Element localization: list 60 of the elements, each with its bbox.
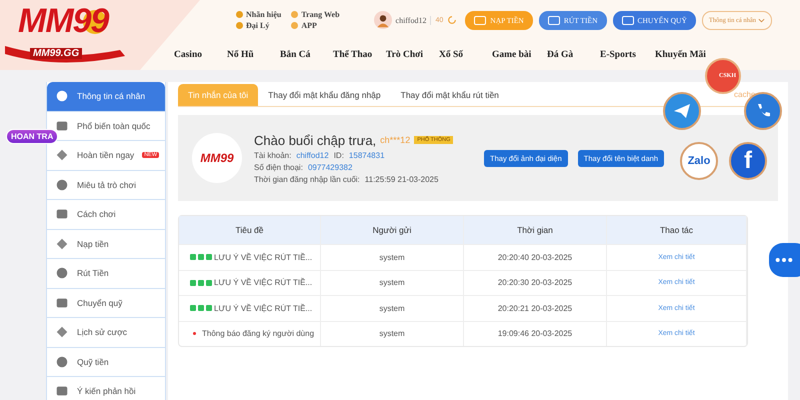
top-link[interactable]: Đại Lý <box>236 21 282 30</box>
table-cell: 20:20:30 20-03-2025 <box>498 278 572 288</box>
table-cell: 20:20:21 20-03-2025 <box>498 304 572 313</box>
sidebar-item[interactable]: Cách chơi <box>47 200 165 230</box>
id-label: ID: <box>334 150 344 160</box>
sidebar-item[interactable]: Lịch sử cược <box>47 318 165 348</box>
username: chiffod12 <box>396 16 432 24</box>
nav-link[interactable]: Khuyến Mãi <box>655 50 708 60</box>
table-cell: 20:20:40 20-03-2025 <box>498 252 572 262</box>
greeting: Chào buổi chập trưa, <box>254 132 376 148</box>
table-cell: LƯU Ý VỀ VIỆC RÚT TIỀ... <box>214 304 312 313</box>
nav-link[interactable]: E-Sports <box>600 50 655 60</box>
sidebar-item[interactable]: Ý kiến phản hồi <box>47 377 165 400</box>
phone-value: 0977429382 <box>308 162 352 172</box>
sidebar-item[interactable]: Rút Tiền <box>47 259 165 288</box>
tab[interactable]: Thay đổi mật khẩu đăng nhập <box>258 84 391 106</box>
nav-link[interactable]: Đá Gà <box>547 50 600 60</box>
table-cell: system <box>379 278 405 288</box>
table-cell: system <box>379 252 405 262</box>
last-login-value: 11:25:59 21-03-2025 <box>364 174 438 184</box>
nav-link[interactable]: Thể Thao <box>333 50 386 60</box>
top-link[interactable]: Trang Web <box>291 10 340 19</box>
sidebar-item[interactable]: Thông tin cá nhân <box>47 82 165 112</box>
dot-icon <box>193 332 196 336</box>
account-value: chiffod12 <box>296 150 329 160</box>
top-link[interactable]: Nhãn hiệu <box>236 10 282 19</box>
nav-link[interactable]: Xổ Số <box>439 50 492 60</box>
sidebar-item[interactable]: Miêu tả trò chơi <box>47 170 165 200</box>
table-cell: 19:09:46 20-03-2025 <box>498 329 572 338</box>
column-header: Thao tác <box>607 216 747 244</box>
last-login-label: Thời gian đăng nhập lần cuối: <box>254 174 360 184</box>
top-link[interactable]: APP <box>291 21 340 30</box>
sidebar-item[interactable]: Quỹ tiền <box>47 348 165 377</box>
avatar-icon[interactable] <box>374 11 392 29</box>
id-value: 15874831 <box>348 150 385 160</box>
chat-button[interactable] <box>769 243 800 277</box>
table-cell: Thông báo đăng ký người dùng <box>202 329 314 338</box>
column-header: Tiêu đề <box>179 216 321 244</box>
masked-name: ch***12 <box>380 135 410 145</box>
profile-avatar: MM99 <box>192 133 242 183</box>
logo-domain: MM99.GG <box>30 48 82 59</box>
table-cell: LƯU Ý VỀ VIỆC RÚT TIỀ... <box>214 278 312 288</box>
tab[interactable]: Thay đổi mật khẩu rút tiền <box>390 84 509 106</box>
sidebar-item[interactable]: Chuyển quỹ <box>47 288 165 318</box>
nav-link[interactable]: Nổ Hũ <box>227 50 280 60</box>
dots-icon <box>775 257 793 263</box>
column-header: Thời gian <box>464 216 607 244</box>
column-header: Người gửi <box>321 216 464 244</box>
cashback-badge[interactable]: HOAN TRA <box>6 129 58 144</box>
nav-link[interactable]: Trò Chơi <box>386 50 439 60</box>
table-cell: LƯU Ý VỀ VIỆC RÚT TIỀ... <box>214 252 312 262</box>
nav-link[interactable]: Casino <box>174 50 227 60</box>
table-cell: system <box>379 304 405 313</box>
nav-link[interactable]: Game bài <box>492 50 547 60</box>
phone-label: Số điện thoại: <box>254 162 303 172</box>
table-cell: system <box>379 329 405 338</box>
nav-link[interactable]: Bắn Cá <box>280 50 333 60</box>
sidebar-item[interactable]: Nạp tiền <box>47 230 165 259</box>
chevron-down-icon <box>758 18 765 23</box>
account-label: Tài khoản: <box>254 150 292 160</box>
